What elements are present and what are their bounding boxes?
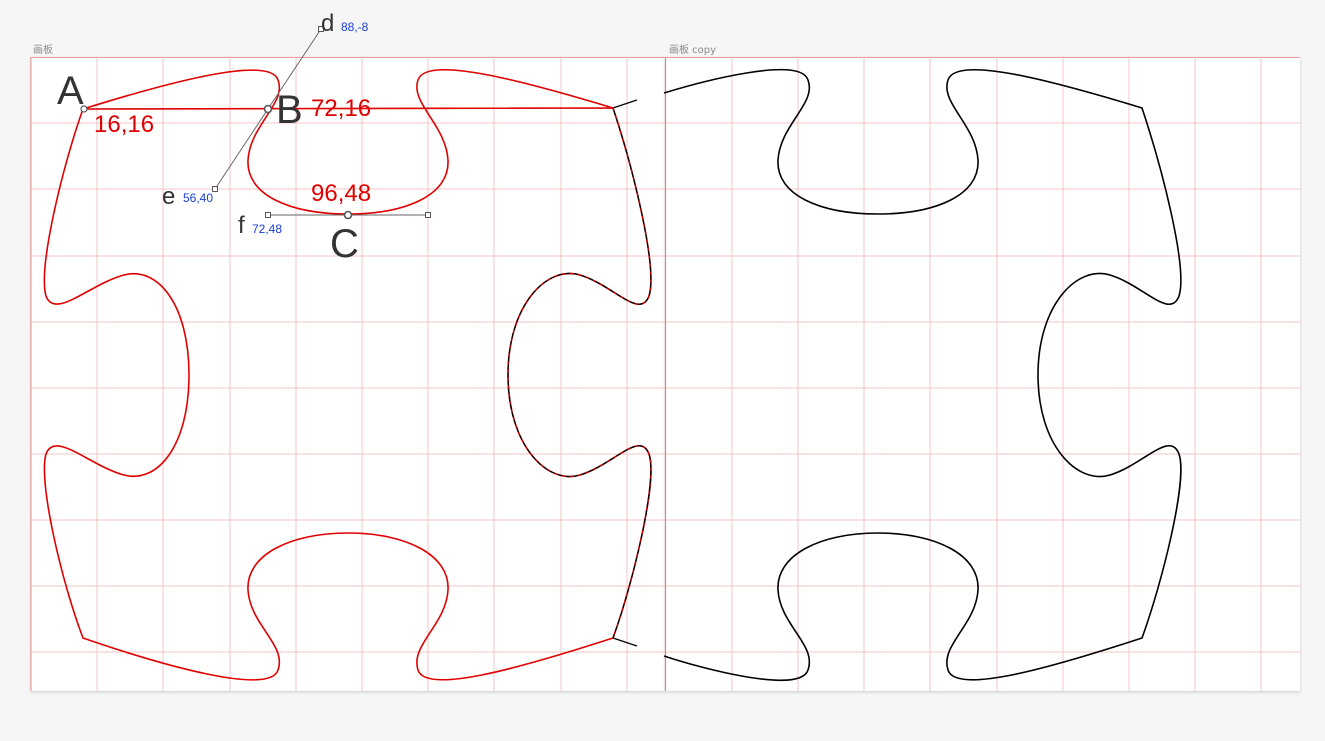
handle-coord-f: 72,48: [252, 222, 282, 236]
anchor-point-b[interactable]: [263, 104, 273, 114]
anchor-point-c[interactable]: [343, 210, 353, 220]
puzzle-edge-red-dashes: [507, 107, 652, 639]
point-label-c: C: [330, 222, 359, 266]
point-label-a: A: [57, 69, 84, 113]
handle-e[interactable]: [212, 186, 218, 192]
handle-label-f: f: [238, 212, 245, 239]
puzzle-path-black[interactable]: [663, 68, 1182, 682]
puzzle-edge-black-overlay: [507, 99, 652, 647]
handle-f-opposite[interactable]: [425, 212, 431, 218]
handle-f[interactable]: [265, 212, 271, 218]
point-coord-b: 72,16: [311, 95, 371, 122]
canvas-stage[interactable]: A B C 16,16 72,16 96,48 d e f 88,-8 56,4…: [0, 0, 1325, 741]
point-coord-a: 16,16: [94, 111, 154, 138]
handle-coord-d: 88,-8: [341, 20, 369, 34]
handle-coord-e: 56,40: [183, 191, 213, 205]
puzzle-path-red[interactable]: [43, 68, 652, 681]
point-coord-c: 96,48: [311, 180, 371, 207]
handle-label-e: e: [162, 183, 175, 210]
point-label-b: B: [276, 88, 303, 132]
handle-label-d: d: [321, 10, 334, 37]
